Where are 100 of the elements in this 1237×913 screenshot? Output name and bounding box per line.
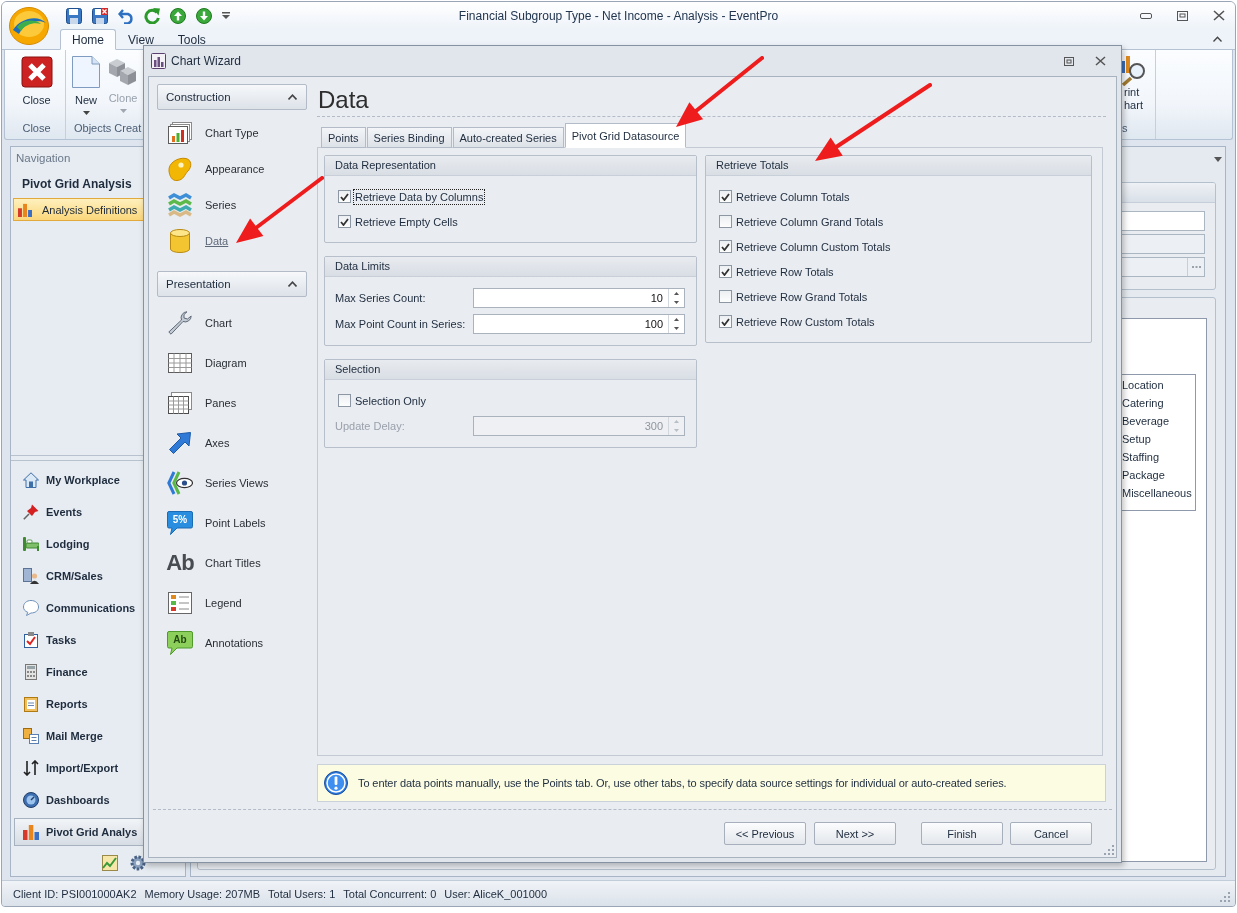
section-header[interactable]: Presentation (157, 271, 307, 297)
dialog-title: Chart Wizard (171, 54, 241, 68)
list-item[interactable]: Miscellaneous (1122, 484, 1192, 502)
status-text: Client ID: PSI001000AK2 (13, 887, 137, 900)
ribbon-button[interactable]: Close (8, 56, 65, 107)
checkbox-label[interactable]: Retrieve Column Totals (734, 188, 852, 205)
document-icon (72, 56, 100, 88)
module-button[interactable]: Import/Export (14, 754, 183, 782)
ribbon-tab[interactable]: Home (60, 29, 116, 50)
undo-icon[interactable] (118, 7, 134, 24)
save-icon[interactable] (66, 7, 82, 24)
magnifier-chart-icon (1121, 56, 1145, 86)
list-item[interactable]: Location (1122, 376, 1164, 394)
checkbox[interactable] (719, 190, 732, 203)
up-down-arrows-icon (23, 760, 39, 776)
app-logo[interactable] (9, 7, 49, 45)
checkmark-icon (721, 242, 730, 251)
person-icon (23, 568, 39, 584)
close-icon[interactable] (1213, 10, 1225, 21)
wizard-page-item[interactable]: 5% Point Labels (157, 503, 307, 543)
status-text: Total Users: 1 (268, 887, 336, 900)
list-item[interactable]: Catering (1122, 394, 1164, 412)
legend-icon (168, 592, 192, 614)
spin-field[interactable]: 100 (473, 314, 685, 334)
list-item[interactable]: Package (1122, 466, 1165, 484)
save-close-icon[interactable] (92, 7, 108, 24)
checkbox-label[interactable]: Retrieve Empty Cells (353, 213, 460, 230)
diagonal-arrow-icon (169, 432, 191, 454)
wizard-page-item[interactable]: Data (157, 223, 307, 259)
wizard-page-item[interactable]: Appearance (157, 151, 307, 187)
dialog-button[interactable]: << Previous (724, 822, 806, 845)
wizard-page-item[interactable]: Chart Type (157, 115, 307, 151)
checkbox[interactable] (338, 190, 351, 203)
checkbox-label[interactable]: Retrieve Row Totals (734, 263, 836, 280)
list-item[interactable]: Staffing (1122, 448, 1160, 466)
checkbox-label[interactable]: Retrieve Column Grand Totals (734, 213, 886, 230)
list-item[interactable]: Setup (1122, 430, 1151, 448)
checkbox[interactable] (719, 215, 732, 228)
checkbox[interactable] (719, 265, 732, 278)
wizard-page-item[interactable]: Panes (157, 383, 307, 423)
grid-icon (168, 353, 192, 373)
chevron-up-icon[interactable] (1213, 36, 1222, 42)
bar-chart-icon (23, 824, 39, 840)
checkbox[interactable] (719, 240, 732, 253)
refresh-icon[interactable] (144, 7, 160, 24)
speech-bubble-icon: 5% (167, 511, 193, 535)
group-title: Data Representation (325, 156, 696, 176)
dialog-button[interactable]: Finish (921, 822, 1003, 845)
caret-up-icon (674, 420, 679, 423)
pane-title: Navigation (15, 151, 71, 166)
caret-up-icon (674, 292, 679, 295)
clipboard-check-icon (23, 632, 39, 648)
checkbox-label[interactable]: Retrieve Column Custom Totals (734, 238, 893, 255)
ribbon-button[interactable]: New (66, 56, 106, 115)
wizard-page-item[interactable]: Diagram (157, 343, 307, 383)
checkbox-label[interactable]: Selection Only (353, 392, 428, 409)
restore-icon[interactable] (1177, 10, 1188, 21)
bar-chart-icon (18, 202, 32, 217)
section-header[interactable]: Construction (157, 84, 307, 110)
module-button[interactable]: Dashboards (14, 786, 183, 814)
cylinder-icon (170, 229, 190, 253)
status-text: User: AliceK_001000 (444, 887, 547, 900)
checkmark-icon (721, 267, 730, 276)
tab[interactable]: Series Binding (366, 127, 452, 148)
list-item[interactable]: Beverage (1122, 412, 1170, 430)
restore-icon[interactable] (1064, 56, 1074, 66)
line-chart-icon[interactable] (102, 855, 118, 871)
caret-down-icon[interactable] (1214, 156, 1222, 162)
minimize-icon[interactable] (1140, 12, 1152, 19)
tab[interactable]: Points (321, 127, 366, 148)
module-button[interactable]: Mail Merge (14, 722, 183, 750)
checkbox[interactable] (719, 290, 732, 303)
checkmark-icon (721, 192, 730, 201)
tab[interactable]: Pivot Grid Datasource (564, 123, 687, 148)
close-icon[interactable] (1095, 56, 1106, 66)
status-text: Total Concurrent: 0 (343, 887, 437, 900)
tab[interactable]: Auto-created Series (452, 127, 564, 148)
checkbox[interactable] (719, 315, 732, 328)
group-label: Close (22, 121, 51, 136)
spin-field[interactable]: 10 (473, 288, 685, 308)
caret-down-icon (674, 301, 679, 304)
wizard-page-item[interactable]: Chart (157, 303, 307, 343)
checkbox-label[interactable]: Retrieve Row Grand Totals (734, 288, 870, 305)
gear-icon[interactable] (130, 855, 146, 871)
wizard-page-item[interactable]: Ab Chart Titles (157, 543, 307, 583)
group-title: Data Limits (325, 257, 696, 277)
caret-down-icon (674, 429, 679, 432)
checkbox[interactable] (338, 394, 351, 407)
module-button[interactable]: Reports (14, 690, 183, 718)
dialog-button[interactable]: Next >> (814, 822, 896, 845)
checkbox-label[interactable]: Retrieve Data by Columns (353, 188, 486, 205)
dialog-button[interactable]: Cancel (1010, 822, 1092, 845)
ribbon-button[interactable]: rint hart (1121, 56, 1145, 112)
checkbox-label[interactable]: Retrieve Row Custom Totals (734, 313, 877, 330)
caret-up-icon (674, 318, 679, 321)
group-title: Selection (325, 360, 696, 380)
caret-down-icon[interactable] (222, 12, 230, 19)
wrench-icon (168, 311, 192, 335)
wizard-page-item[interactable]: Axes (157, 423, 307, 463)
checkbox[interactable] (338, 215, 351, 228)
